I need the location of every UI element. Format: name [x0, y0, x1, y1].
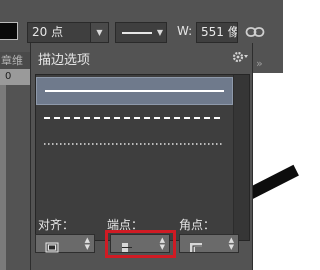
caps-highlight-box	[105, 230, 176, 258]
dropdown-arrow-icon: ▲ ▼	[228, 236, 234, 251]
ruler: 0	[0, 69, 30, 85]
chevron-down-icon: ▼	[156, 28, 163, 37]
dropdown-arrow-icon: ▲ ▼	[84, 236, 90, 251]
link-icon[interactable]	[245, 23, 265, 41]
stroke-option-dotted[interactable]	[36, 131, 233, 159]
gear-icon[interactable]	[231, 49, 249, 65]
stroke-line-preview	[122, 32, 152, 34]
panel-title: 描边选项	[38, 53, 91, 68]
corners-label: 角点：	[179, 218, 216, 232]
align-label: 对齐：	[38, 218, 75, 232]
corner-miter-icon	[189, 238, 203, 252]
stroke-size-field[interactable]: 20 点 ▼	[27, 22, 109, 43]
stroke-type-dropdown[interactable]: ▼	[115, 22, 167, 43]
list-scrollbar[interactable]	[233, 75, 249, 240]
vertical-ruler	[0, 85, 6, 270]
stroke-size-value: 20 点	[32, 25, 64, 39]
options-bar: 20 点 ▼ ▼ W: 551 像素	[0, 0, 283, 43]
stroke-option-solid[interactable]	[36, 77, 233, 105]
align-inside-icon	[45, 238, 59, 253]
stroke-option-dashed[interactable]	[36, 106, 233, 134]
width-field[interactable]: 551 像素	[196, 22, 238, 43]
chevron-down-icon[interactable]: ▼	[90, 23, 108, 42]
width-label: W:	[177, 24, 193, 38]
align-dropdown[interactable]: ▲ ▼	[35, 234, 95, 253]
corners-dropdown[interactable]: ▲ ▼	[179, 234, 239, 253]
document-tab[interactable]: 章维	[0, 52, 30, 69]
panel-expand-toggle[interactable]: »	[256, 57, 263, 70]
stroke-color-swatch[interactable]	[0, 22, 18, 40]
